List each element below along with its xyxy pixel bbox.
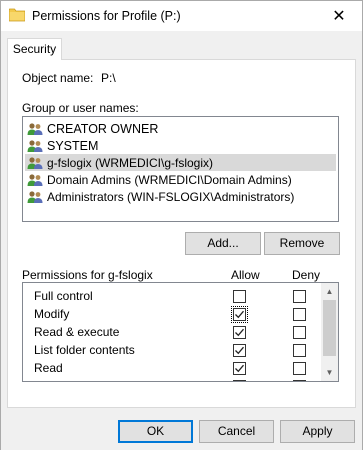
permission-row: Read & execute <box>23 323 323 341</box>
title-bar: Permissions for Profile (P:) ✕ <box>0 0 363 31</box>
allow-checkbox[interactable] <box>233 380 246 382</box>
permission-row: Full control <box>23 287 323 305</box>
apply-button[interactable]: Apply <box>280 420 355 443</box>
permission-name: List folder contents <box>34 343 135 357</box>
permission-name: Modify <box>34 307 70 321</box>
close-button[interactable]: ✕ <box>316 1 362 31</box>
list-item[interactable]: CREATOR OWNER <box>25 120 336 137</box>
check-icon <box>235 328 244 337</box>
list-item-label: g-fslogix (WRMEDICI\g-fslogix) <box>47 155 214 170</box>
scroll-up-icon[interactable]: ▲ <box>321 283 338 300</box>
permission-name: Full control <box>34 289 93 303</box>
list-item-label: Domain Admins (WRMEDICI\Domain Admins) <box>47 172 292 187</box>
permissions-list[interactable]: Full control Modify Read & execute List … <box>22 282 339 382</box>
allow-checkbox[interactable] <box>231 306 248 323</box>
permissions-scrollbar[interactable]: ▲ ▼ <box>321 283 338 381</box>
window-border-left <box>0 30 1 450</box>
group-names-label: Group or user names: <box>22 101 139 115</box>
permission-row: Read <box>23 359 323 377</box>
window-title: Permissions for Profile (P:) <box>32 9 181 23</box>
list-item-label: Administrators (WIN-FSLOGIX\Administrato… <box>47 189 295 204</box>
cancel-button[interactable]: Cancel <box>199 420 274 443</box>
list-item-label: CREATOR OWNER <box>47 121 159 136</box>
list-item[interactable]: Administrators (WIN-FSLOGIX\Administrato… <box>25 188 336 205</box>
users-group-icon <box>27 139 43 152</box>
deny-checkbox[interactable] <box>293 290 306 303</box>
deny-checkbox[interactable] <box>293 326 306 339</box>
users-group-icon <box>27 190 43 203</box>
deny-header: Deny <box>292 268 321 282</box>
ok-button[interactable]: OK <box>118 420 193 443</box>
close-icon: ✕ <box>332 8 346 25</box>
list-item[interactable]: Domain Admins (WRMEDICI\Domain Admins) <box>25 171 336 188</box>
check-icon <box>234 381 245 382</box>
list-item[interactable]: g-fslogix (WRMEDICI\g-fslogix) <box>25 154 336 171</box>
allow-checkbox[interactable] <box>233 344 246 357</box>
permission-row: Modify <box>23 305 323 323</box>
check-icon <box>235 310 244 319</box>
permission-row: List folder contents <box>23 341 323 359</box>
add-button[interactable]: Add... <box>185 232 261 255</box>
object-name-value: P:\ <box>101 71 116 85</box>
group-user-list[interactable]: CREATOR OWNER SYSTEM g-fslogix (WRMEDICI… <box>22 116 339 222</box>
permission-row <box>23 377 323 382</box>
permission-name: Read & execute <box>34 325 120 339</box>
list-item-label: SYSTEM <box>47 138 99 153</box>
allow-checkbox[interactable] <box>233 362 246 375</box>
scroll-thumb[interactable] <box>323 300 336 356</box>
scroll-down-icon[interactable]: ▼ <box>321 364 338 381</box>
deny-checkbox[interactable] <box>293 344 306 357</box>
permissions-label: Permissions for g-fslogix <box>22 268 153 282</box>
folder-icon <box>9 8 25 22</box>
permission-name: Read <box>34 361 63 375</box>
tab-security[interactable]: Security <box>7 38 62 60</box>
object-name-label: Object name: <box>22 71 94 85</box>
deny-checkbox[interactable] <box>293 380 306 381</box>
deny-checkbox[interactable] <box>293 362 306 375</box>
check-icon <box>235 346 244 355</box>
check-icon <box>235 364 244 373</box>
allow-checkbox[interactable] <box>233 326 246 339</box>
allow-header: Allow <box>231 268 260 282</box>
users-group-icon <box>27 173 43 186</box>
users-group-icon <box>27 122 43 135</box>
users-group-icon <box>27 156 43 169</box>
remove-button[interactable]: Remove <box>264 232 340 255</box>
deny-checkbox[interactable] <box>293 308 306 321</box>
list-item[interactable]: SYSTEM <box>25 137 336 154</box>
allow-checkbox[interactable] <box>233 290 246 303</box>
